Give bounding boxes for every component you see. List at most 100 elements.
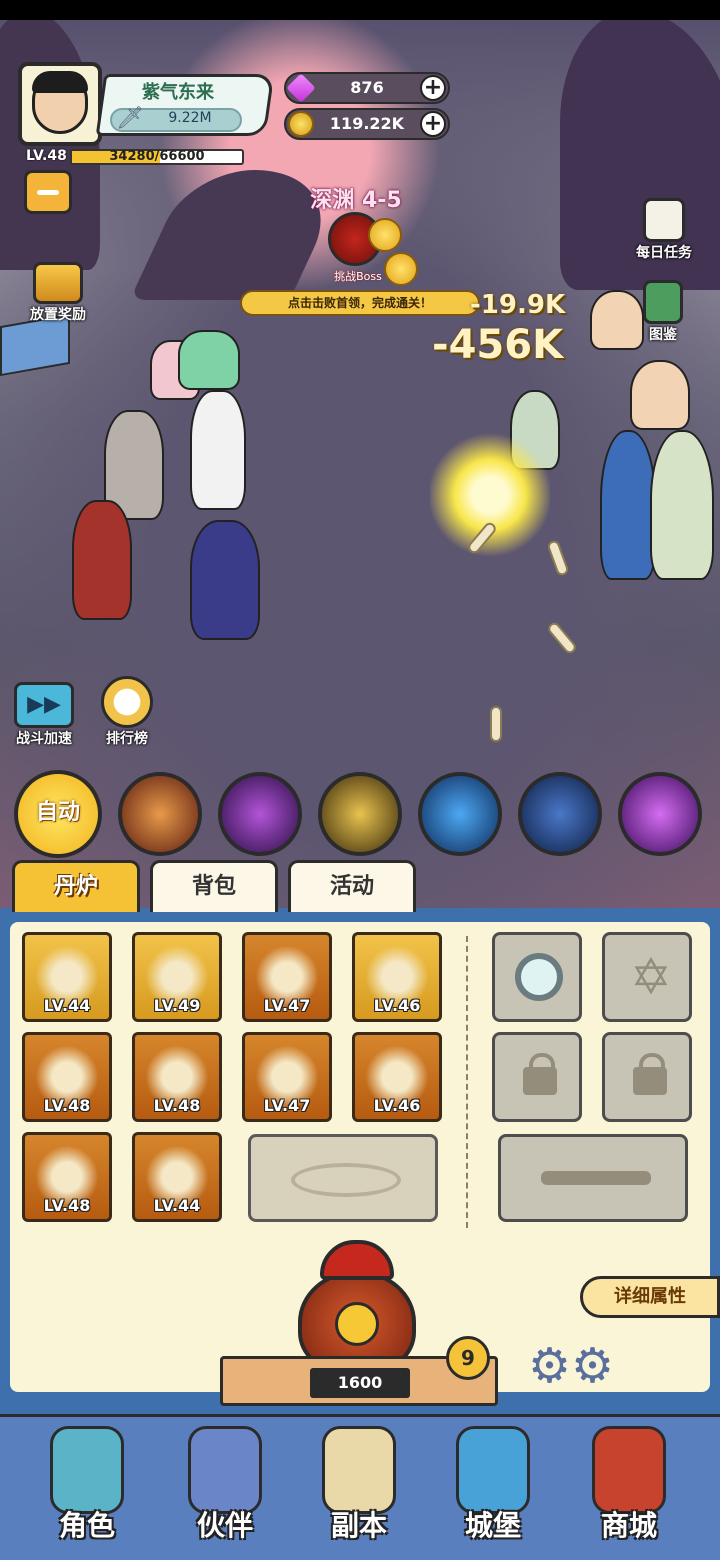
lock-icon: [523, 1053, 557, 1095]
mirror-slot[interactable]: [492, 932, 582, 1022]
fireball-skill-icon[interactable]: [418, 772, 502, 856]
gem-icon: [286, 73, 316, 103]
equipment-slot[interactable]: LV.48: [22, 1132, 112, 1222]
furnace-cost: 1600: [310, 1368, 410, 1398]
menu-collapse-button[interactable]: [24, 170, 72, 214]
player-avatar-face-icon: [32, 71, 88, 134]
equipment-slot[interactable]: LV.48: [132, 1032, 222, 1122]
player-level: LV.48: [26, 148, 67, 164]
battle-speed-button[interactable]: ▶▶ 战斗加速: [6, 682, 82, 748]
shop-icon: [592, 1426, 666, 1514]
player-avatar[interactable]: [18, 62, 102, 146]
nav-shop-label: 商城: [600, 1509, 657, 1542]
gem-counter: 876 +: [284, 72, 450, 104]
equipment-level: LV.46: [373, 1096, 421, 1115]
skill-bar: 自动: [0, 770, 720, 860]
equipment-slot[interactable]: LV.46: [352, 1032, 442, 1122]
nav-shop[interactable]: 商城: [574, 1420, 684, 1548]
equipment-slot[interactable]: LV.48: [22, 1032, 112, 1122]
flame-emblem-icon: [335, 1302, 379, 1346]
equipment-slot[interactable]: LV.49: [132, 932, 222, 1022]
tab-backpack[interactable]: 背包: [150, 860, 278, 912]
equipment-slot[interactable]: LV.47: [242, 932, 332, 1022]
coin-value: 119.22K: [329, 114, 405, 133]
daily-tasks-button[interactable]: 每日任务: [624, 198, 704, 262]
nav-partner[interactable]: 伙伴: [170, 1420, 280, 1548]
lock-icon: [633, 1053, 667, 1095]
furnace-count-badge: 9: [446, 1336, 490, 1380]
hexagram-icon: ✡: [630, 948, 672, 1006]
equipment-level: LV.48: [43, 1096, 91, 1115]
hexagram-slot[interactable]: ✡: [602, 932, 692, 1022]
leaderboard-button[interactable]: 排行榜: [92, 676, 162, 748]
stage-title: 深渊 4-5: [310, 188, 402, 213]
equipment-slot[interactable]: LV.46: [352, 932, 442, 1022]
task-list-icon: [643, 198, 685, 242]
trophy-podium-icon: [101, 676, 153, 728]
coin-icon: [288, 111, 314, 137]
sword-power-icon: 🗡: [116, 106, 144, 131]
equipment-level: LV.47: [263, 996, 311, 1015]
mirror-icon: [515, 953, 563, 1001]
boss-hint-banner: 点击击败首领，完成通关！: [240, 290, 480, 316]
idle-reward-label: 放置奖励: [30, 307, 86, 323]
tab-activity[interactable]: 活动: [288, 860, 416, 912]
equipment-slot[interactable]: LV.44: [22, 932, 112, 1022]
equipment-level: LV.47: [263, 1096, 311, 1115]
equipment-level: LV.44: [43, 996, 91, 1015]
exp-text: 34280/66600: [109, 149, 205, 164]
status-bar: [0, 0, 720, 20]
whirlwind-skill-icon[interactable]: [118, 772, 202, 856]
battle-speed-label: 战斗加速: [16, 731, 72, 747]
add-gems-button[interactable]: +: [420, 75, 446, 101]
equipment-slot[interactable]: LV.47: [242, 1032, 332, 1122]
enemy-unit: [590, 290, 644, 350]
nav-partner-label: 伙伴: [196, 1509, 253, 1542]
void-skill-icon[interactable]: [618, 772, 702, 856]
nav-character[interactable]: 角色: [32, 1420, 142, 1548]
castle-icon: [456, 1426, 530, 1514]
damage-number: -456K: [432, 322, 564, 368]
emperor-hero: [190, 520, 260, 640]
winged-pet-hero: [178, 330, 240, 390]
detail-attributes-button[interactable]: 详细属性: [580, 1276, 720, 1318]
gear-icon[interactable]: ⚙⚙: [528, 1338, 614, 1394]
equipment-slot[interactable]: LV.44: [132, 1132, 222, 1222]
weapon-slot[interactable]: [498, 1134, 688, 1222]
nav-character-label: 角色: [58, 1509, 115, 1542]
fast-forward-icon: ▶▶: [14, 682, 74, 728]
swords-skill-icon[interactable]: [318, 772, 402, 856]
challenge-boss-label: 挑战Boss: [334, 270, 382, 283]
auto-battle-button[interactable]: 自动: [14, 770, 102, 858]
enemy-unit: [630, 360, 690, 430]
locked-slot[interactable]: [492, 1032, 582, 1122]
damage-number: -19.9K: [470, 290, 566, 320]
scroll-icon: [322, 1426, 396, 1514]
slot-divider: [466, 936, 468, 1228]
idle-reward-button[interactable]: 放置奖励: [16, 262, 100, 324]
red-hair-hero: [72, 500, 132, 620]
add-coins-button[interactable]: +: [420, 111, 446, 137]
gem-value: 876: [350, 78, 384, 97]
enemy-unit: [600, 430, 656, 580]
nav-dungeon-label: 副本: [330, 1509, 387, 1542]
equipment-level: LV.44: [153, 1196, 201, 1215]
hit-flash-effect: [430, 430, 550, 560]
vortex-skill-icon[interactable]: [218, 772, 302, 856]
treasure-chest-icon: [33, 262, 83, 304]
combat-power-value: 9.22M: [168, 110, 212, 126]
sword-silhouette-icon: [541, 1171, 651, 1185]
equipment-level: LV.49: [153, 996, 201, 1015]
coin-counter: 119.22K +: [284, 108, 450, 140]
coin-icon: [368, 218, 402, 252]
tab-furnace[interactable]: 丹炉: [12, 860, 140, 912]
nav-castle-label: 城堡: [464, 1509, 521, 1542]
locked-slot[interactable]: [602, 1032, 692, 1122]
player-name: 紫气东来: [142, 82, 214, 103]
bone-projectile: [490, 706, 502, 742]
nav-dungeon[interactable]: 副本: [304, 1420, 414, 1548]
nav-castle[interactable]: 城堡: [438, 1420, 548, 1548]
magic-circle-icon: [291, 1163, 401, 1197]
empty-equip-slot[interactable]: [248, 1134, 438, 1222]
lightning-skill-icon[interactable]: [518, 772, 602, 856]
